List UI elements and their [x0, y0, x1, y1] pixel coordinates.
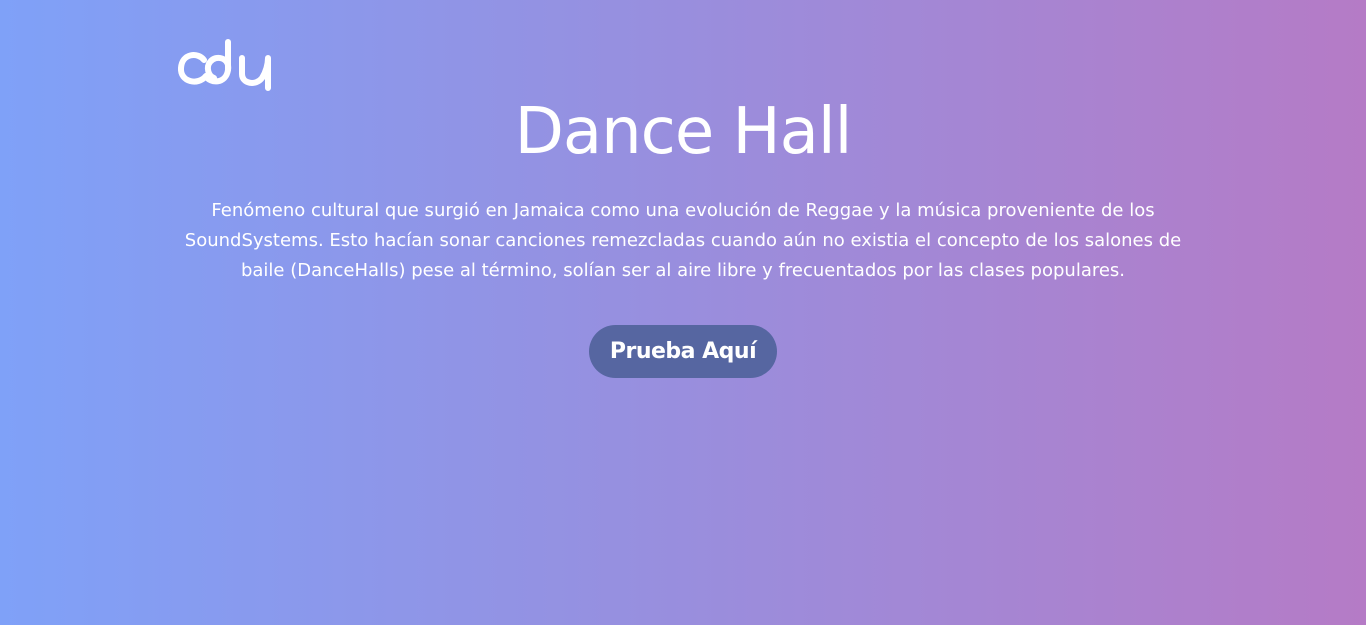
- page-title: Dance Hall: [514, 95, 853, 169]
- site-logo[interactable]: [176, 36, 276, 92]
- dance-hall-logo-icon: [176, 36, 276, 92]
- try-here-button[interactable]: Prueba Aquí: [589, 325, 777, 378]
- hero-description: Fenómeno cultural que surgió en Jamaica …: [184, 200, 1182, 281]
